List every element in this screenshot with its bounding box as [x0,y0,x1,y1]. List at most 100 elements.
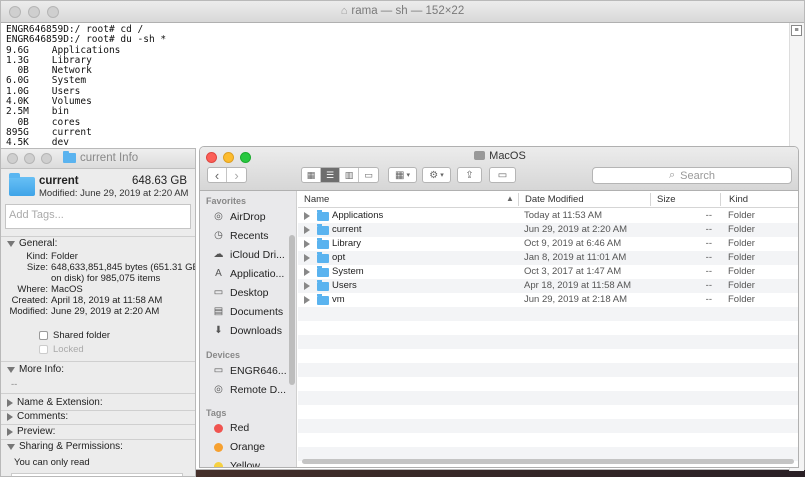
disclosure-right-icon[interactable] [304,212,310,220]
table-row[interactable]: Library Oct 9, 2019 at 6:46 AM -- Folder [298,237,798,251]
table-row[interactable]: vm Jun 29, 2019 at 2:18 AM -- Folder [298,293,798,307]
icon-view-button[interactable]: ▦ [302,168,321,182]
sidebar-item-label: Remote D... [230,383,287,396]
table-row[interactable]: Users Apr 18, 2019 at 11:58 AM -- Folder [298,279,798,293]
disclosure-right-icon[interactable] [304,240,310,248]
sidebar-item[interactable]: ☁ iCloud Dri... [212,248,285,261]
nav-buttons: ‹ › [207,167,247,183]
disclosure-right-icon [7,427,13,436]
sidebar-item[interactable]: Red [212,422,249,434]
horizontal-scrollbar[interactable] [302,459,794,464]
row-kind: Folder [728,210,755,221]
search-icon: ⌕ [668,169,676,181]
row-date: Jun 29, 2019 at 2:18 AM [524,294,627,305]
share-button[interactable]: ⇪ [457,167,482,183]
finder-window[interactable]: MacOS ‹ › ▦ ☰ ▥ ▭ ▦▾ ⚙▾ ⇪ ▭ ⌕ Search F [199,146,799,468]
row-size: -- [705,294,712,305]
sidebar-item-label: iCloud Dri... [230,248,285,261]
file-list: Name ▲ Date Modified Size Kind Applicati… [298,191,798,467]
gallery-view-button[interactable]: ▭ [359,168,378,182]
empty-row [298,321,798,335]
sidebar-item[interactable]: ▭ ENGR646... [212,364,287,377]
group-button[interactable]: ▦ ▾ [388,167,417,183]
desktop-icon: ▭ [213,287,224,298]
sidebar-item[interactable]: ▤ Documents [212,305,283,318]
shared-folder-checkbox[interactable]: Shared folder [39,330,110,341]
folder-icon [317,238,329,249]
column-header-name[interactable]: Name [304,194,329,205]
row-name: Users [332,280,357,291]
zoom-button[interactable] [41,153,52,164]
general-key: Modified: [9,306,48,317]
column-view-button[interactable]: ▥ [340,168,359,182]
edit-tags-button[interactable]: ▭ [489,167,516,183]
permissions-table[interactable] [11,473,183,476]
sidebar-item-label: Desktop [230,286,269,299]
disclosure-right-icon[interactable] [304,226,310,234]
sidebar-scrollbar[interactable] [289,235,295,385]
sidebar-item[interactable]: Yellow [212,460,260,467]
disclosure-right-icon[interactable] [304,254,310,262]
row-date: Today at 11:53 AM [524,210,602,221]
column-header-kind[interactable]: Kind [729,194,748,205]
sidebar-item-label: Downloads [230,324,282,337]
sidebar-devices-header: Devices [206,350,241,360]
sidebar-item-label: Documents [230,305,284,318]
general-value: April 18, 2019 at 11:58 AM [51,295,163,306]
finder-sidebar: Favorites ◎ AirDrop ◷ Recents ☁ iCloud Dri...… [200,191,297,467]
general-value: Folder [51,251,78,262]
column-header-date[interactable]: Date Modified [525,194,584,205]
folder-icon [317,266,329,277]
info-window-title: current Info [80,152,139,164]
forward-button[interactable]: › [227,168,246,182]
disclosure-right-icon[interactable] [304,282,310,290]
folder-icon [317,210,329,221]
table-row[interactable]: current Jun 29, 2019 at 2:20 AM -- Folder [298,223,798,237]
terminal-title: rama — sh — 152×22 [351,5,465,17]
info-window[interactable]: current Info current 648.63 GB Modified:… [0,148,196,477]
minimize-button[interactable] [24,153,35,164]
comments-section-toggle[interactable]: Comments: [7,411,68,422]
general-section-toggle[interactable]: General: [7,238,57,249]
menu-icon[interactable]: ≡ [791,25,802,36]
row-name: Library [332,238,362,249]
tag-icon: ▭ [497,169,508,181]
sidebar-item[interactable]: A Applicatio... [212,267,284,280]
column-header-size[interactable]: Size [657,194,675,205]
disclosure-down-icon [7,240,15,247]
tag-color-icon [214,442,223,452]
sidebar-item-label: Applicatio... [230,267,285,280]
action-button[interactable]: ⚙ ▾ [422,167,451,183]
disclosure-right-icon[interactable] [304,296,310,304]
table-row[interactable]: opt Jan 8, 2019 at 11:01 AM -- Folder [298,251,798,265]
locked-checkbox[interactable]: Locked [39,344,84,355]
sidebar-item[interactable]: ◎ AirDrop [212,210,265,223]
terminal-output[interactable]: ENGR646859D:/ root# cd / ENGR646859D:/ ro… [6,24,166,149]
empty-row [298,377,798,391]
sidebar-item[interactable]: ◷ Recents [212,229,268,242]
close-button[interactable] [7,153,18,164]
empty-row [298,349,798,363]
disclosure-right-icon[interactable] [304,268,310,276]
table-row[interactable]: Applications Today at 11:53 AM -- Folder [298,209,798,223]
more-info-section-toggle[interactable]: More Info: [7,364,64,375]
sidebar-item-label: Red [230,422,250,434]
folder-icon [317,294,329,305]
info-item-name: current [39,175,79,187]
search-input[interactable]: ⌕ Search [592,167,792,184]
folder-icon [63,151,76,163]
tags-input[interactable]: Add Tags... [5,204,191,229]
sharing-section-toggle[interactable]: Sharing & Permissions: [7,441,123,452]
table-row[interactable]: System Oct 3, 2017 at 1:47 AM -- Folder [298,265,798,279]
sidebar-item[interactable]: ⬇ Downloads [212,324,282,337]
preview-section-toggle[interactable]: Preview: [7,426,55,437]
sidebar-item[interactable]: ▭ Desktop [212,286,269,299]
sidebar-item[interactable]: ◎ Remote D... [212,383,286,396]
back-button[interactable]: ‹ [208,168,227,182]
general-key: Kind: [26,251,48,262]
folder-icon [317,280,329,291]
name-extension-section-toggle[interactable]: Name & Extension: [7,397,103,408]
sidebar-tags-header: Tags [206,408,227,418]
sidebar-item[interactable]: Orange [212,441,265,453]
list-view-button[interactable]: ☰ [321,168,340,182]
